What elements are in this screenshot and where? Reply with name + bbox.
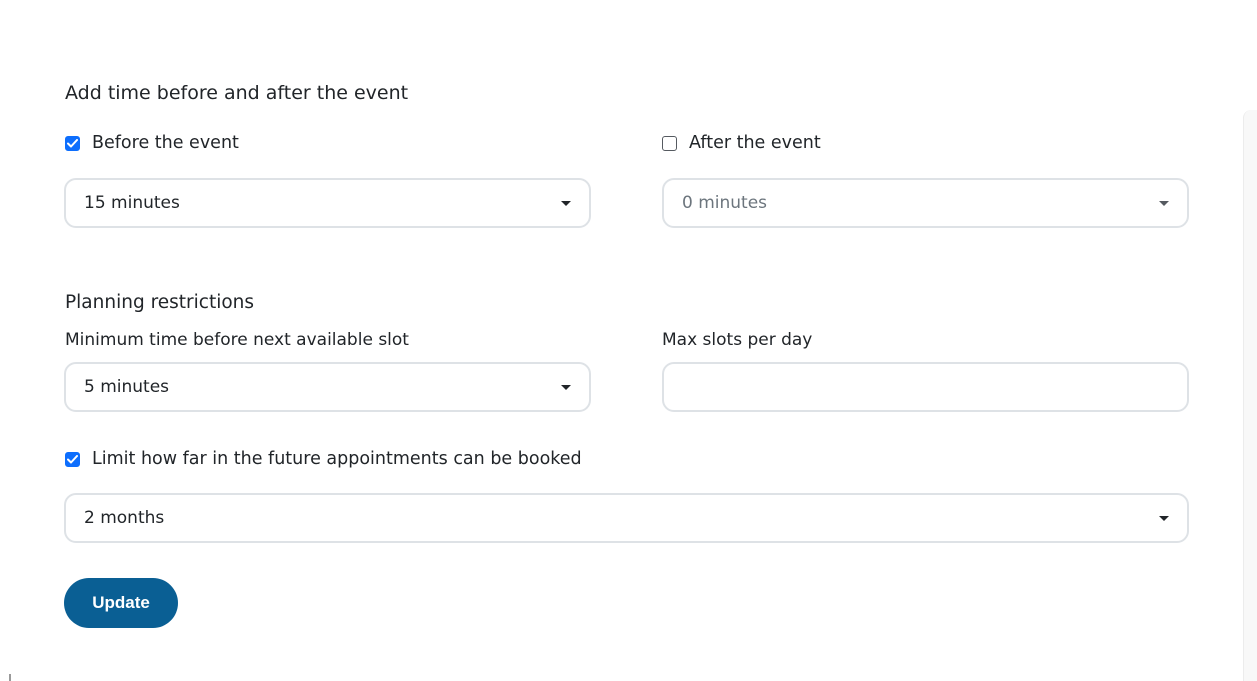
chevron-down-icon <box>561 385 571 390</box>
before-event-select[interactable]: 15 minutes <box>64 178 591 228</box>
min-time-select[interactable]: 5 minutes <box>64 362 591 412</box>
update-button[interactable]: Update <box>64 578 178 628</box>
checkmark-icon <box>67 138 78 147</box>
limit-future-select[interactable]: 2 months <box>64 493 1189 543</box>
limit-future-toggle[interactable]: Limit how far in the future appointments… <box>65 449 582 469</box>
scrollbar[interactable] <box>1243 110 1257 681</box>
checkmark-icon <box>67 454 78 463</box>
limit-future-label: Limit how far in the future appointments… <box>92 449 582 469</box>
chevron-down-icon <box>1159 516 1169 521</box>
min-time-select-value: 5 minutes <box>84 377 170 397</box>
after-event-select[interactable]: 0 minutes <box>662 178 1189 228</box>
before-event-checkbox[interactable] <box>65 135 80 151</box>
before-event-label: Before the event <box>92 133 239 153</box>
chevron-down-icon <box>1159 201 1169 206</box>
buffer-section-title: Add time before and after the event <box>65 82 409 104</box>
before-event-select-value: 15 minutes <box>84 193 180 213</box>
chevron-down-icon <box>561 201 571 206</box>
after-event-select-value: 0 minutes <box>682 193 768 213</box>
limit-future-checkbox[interactable] <box>65 451 80 467</box>
booking-settings-form: Add time before and after the event Befo… <box>0 0 1257 681</box>
before-event-toggle[interactable]: Before the event <box>65 133 239 153</box>
after-event-label: After the event <box>689 133 821 153</box>
after-event-checkbox[interactable] <box>662 135 677 151</box>
max-slots-label: Max slots per day <box>662 330 813 350</box>
limit-future-select-value: 2 months <box>84 508 165 528</box>
after-event-toggle[interactable]: After the event <box>662 133 821 153</box>
max-slots-input[interactable] <box>662 362 1189 412</box>
window-edge-mark <box>9 674 11 681</box>
restrictions-section-title: Planning restrictions <box>65 292 255 313</box>
min-time-label: Minimum time before next available slot <box>65 330 409 350</box>
